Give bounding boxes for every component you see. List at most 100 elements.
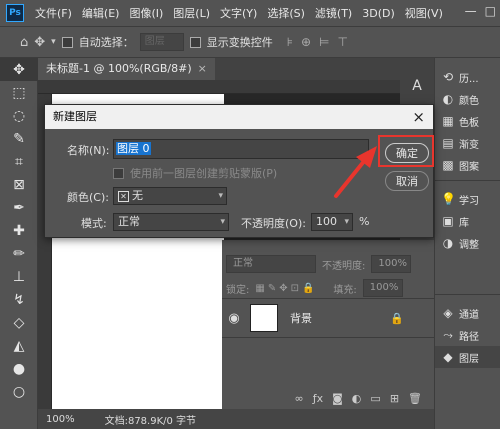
auto-select-dropdown[interactable]: 图层 bbox=[139, 33, 184, 51]
panel-history[interactable]: ⟲ 历... bbox=[435, 66, 500, 88]
adjustment-layer-icon[interactable]: ◐ bbox=[352, 392, 362, 405]
swatches-icon: ▦ bbox=[442, 114, 454, 128]
fill-field[interactable]: 100% bbox=[362, 279, 403, 297]
clip-mask-label: 使用前一图层创建剪贴蒙版(P) bbox=[130, 167, 278, 180]
minimize-button[interactable]: — bbox=[465, 4, 477, 18]
chevron-down-icon: ▾ bbox=[218, 191, 223, 201]
link-icon[interactable]: ∞ bbox=[295, 392, 304, 405]
color-label: 颜色(C): bbox=[67, 191, 109, 204]
color-value: 无 bbox=[132, 189, 143, 202]
horizontal-ruler bbox=[38, 80, 434, 94]
align-center-icon[interactable]: ⊕ bbox=[301, 35, 311, 49]
opacity-label: 不透明度(O): bbox=[241, 217, 306, 230]
gradient-icon: ▤ bbox=[442, 136, 454, 150]
chevron-down-icon[interactable]: ▾ bbox=[344, 214, 349, 230]
frame-tool-icon[interactable]: ⊠ bbox=[0, 173, 38, 196]
opacity-field[interactable]: 100 ▾ bbox=[311, 213, 353, 231]
document-info: 文档:878.9K/0 字节 bbox=[104, 415, 197, 427]
mask-icon[interactable]: ◙ bbox=[332, 392, 343, 405]
show-transform-label: 显示变换控件 bbox=[206, 36, 273, 49]
color-icon: ◐ bbox=[442, 92, 454, 106]
clip-mask-option[interactable]: 使用前一图层创建剪贴蒙版(P) bbox=[113, 165, 277, 181]
menu-filter[interactable]: 滤镜(T) bbox=[310, 5, 357, 21]
menu-view[interactable]: 视图(V) bbox=[400, 5, 448, 21]
mode-value: 正常 bbox=[118, 215, 140, 228]
menu-type[interactable]: 文字(Y) bbox=[215, 5, 262, 21]
home-icon[interactable]: ⌂ bbox=[20, 35, 28, 50]
panel-paths[interactable]: ⤳ 路径 bbox=[435, 324, 500, 346]
move-tool-icon[interactable]: ✥ bbox=[0, 58, 38, 81]
marquee-tool-icon[interactable]: ⬚ bbox=[0, 81, 38, 104]
panel-color[interactable]: ◐ 颜色 bbox=[435, 88, 500, 110]
panel-swatches[interactable]: ▦ 色板 bbox=[435, 110, 500, 132]
fx-icon[interactable]: ƒx bbox=[313, 392, 323, 405]
panel-layers[interactable]: ◆ 图层 bbox=[435, 346, 500, 368]
history-brush-tool-icon[interactable]: ↯ bbox=[0, 288, 38, 311]
quick-select-tool-icon[interactable]: ✎ bbox=[0, 127, 38, 150]
brush-tool-icon[interactable]: ✏ bbox=[0, 242, 38, 265]
menu-layer[interactable]: 图层(L) bbox=[168, 5, 215, 21]
auto-select-checkbox[interactable] bbox=[61, 36, 73, 48]
layer-name-value: 图层 0 bbox=[116, 142, 151, 155]
eye-icon[interactable]: ◉ bbox=[222, 311, 246, 326]
move-tool-icon[interactable]: ✥ bbox=[34, 35, 45, 50]
fill-label: 填充: bbox=[333, 284, 357, 296]
dodge-tool-icon[interactable]: ○ bbox=[0, 380, 38, 403]
cancel-button[interactable]: 取消 bbox=[385, 171, 429, 191]
color-dropdown[interactable]: ✕ 无 ▾ bbox=[113, 187, 227, 205]
trash-icon[interactable]: 🗑 bbox=[408, 392, 422, 405]
auto-select-label: 自动选择： bbox=[78, 36, 134, 49]
layer-thumbnail bbox=[250, 304, 278, 332]
layers-icon: ◆ bbox=[443, 350, 453, 364]
no-color-icon: ✕ bbox=[118, 190, 129, 202]
layers-opacity-field[interactable]: 100% bbox=[371, 255, 412, 273]
healing-tool-icon[interactable]: ✚ bbox=[0, 219, 38, 242]
eyedropper-tool-icon[interactable]: ✒ bbox=[0, 196, 38, 219]
align-right-icon[interactable]: ⊨ bbox=[319, 35, 329, 49]
menu-edit[interactable]: 编辑(E) bbox=[77, 5, 125, 21]
lock-icons[interactable]: ▦✎✥⊡🔒 bbox=[255, 283, 317, 294]
layer-row-background[interactable]: ◉ 背景 🔒 bbox=[222, 298, 434, 338]
panel-patterns[interactable]: ▩ 图案 bbox=[435, 154, 500, 176]
menu-select[interactable]: 选择(S) bbox=[262, 5, 310, 21]
character-panel-icon[interactable]: A bbox=[400, 78, 434, 94]
dialog-title: 新建图层 bbox=[45, 105, 433, 129]
maximize-button[interactable]: □ bbox=[485, 4, 496, 18]
patterns-icon: ▩ bbox=[442, 158, 454, 172]
crop-tool-icon[interactable]: ⌗ bbox=[0, 150, 38, 173]
fill-tool-icon[interactable]: ◭ bbox=[0, 334, 38, 357]
panel-learn[interactable]: 💡 学习 bbox=[435, 188, 500, 210]
libraries-icon: ▣ bbox=[442, 214, 454, 228]
panel-adjustments[interactable]: ◑ 调整 bbox=[435, 232, 500, 254]
dialog-close-button[interactable]: × bbox=[412, 105, 425, 129]
new-layer-dialog: 新建图层 × 名称(N): 图层 0 使用前一图层创建剪贴蒙版(P) 颜色(C)… bbox=[44, 104, 434, 238]
show-transform-checkbox[interactable] bbox=[189, 36, 201, 48]
layer-name: 背景 bbox=[290, 312, 312, 325]
opacity-value: 100 bbox=[316, 215, 337, 228]
blend-mode-dropdown[interactable]: 正常 bbox=[226, 255, 316, 273]
menu-image[interactable]: 图像(I) bbox=[124, 5, 168, 21]
layer-name-input[interactable]: 图层 0 bbox=[113, 139, 369, 159]
lasso-tool-icon[interactable]: ◌ bbox=[0, 104, 38, 127]
align-top-icon[interactable]: ⊤ bbox=[337, 35, 347, 49]
stamp-tool-icon[interactable]: ⊥ bbox=[0, 265, 38, 288]
menu-file[interactable]: 文件(F) bbox=[30, 5, 77, 21]
menu-3d[interactable]: 3D(D) bbox=[357, 7, 400, 20]
document-tab[interactable]: 未标题-1 @ 100%(RGB/8#) × bbox=[38, 58, 215, 80]
align-left-icon[interactable]: ⊧ bbox=[287, 35, 293, 49]
chevron-down-icon[interactable]: ▾ bbox=[51, 37, 56, 47]
eraser-tool-icon[interactable]: ◇ bbox=[0, 311, 38, 334]
panel-channels[interactable]: ◈ 通道 bbox=[435, 302, 500, 324]
close-icon[interactable]: × bbox=[198, 62, 207, 75]
clip-mask-checkbox[interactable] bbox=[113, 167, 124, 179]
new-layer-icon[interactable]: ⊞ bbox=[390, 392, 399, 405]
panel-gradient[interactable]: ▤ 渐变 bbox=[435, 132, 500, 154]
paths-icon: ⤳ bbox=[443, 327, 453, 342]
panel-libraries[interactable]: ▣ 库 bbox=[435, 210, 500, 232]
folder-icon[interactable]: ▭ bbox=[370, 392, 380, 405]
mode-dropdown[interactable]: 正常 ▾ bbox=[113, 213, 229, 231]
opacity-unit: % bbox=[359, 215, 370, 228]
name-label: 名称(N): bbox=[67, 144, 110, 157]
blur-tool-icon[interactable]: ● bbox=[0, 357, 38, 380]
zoom-level[interactable]: 100% bbox=[46, 414, 75, 425]
